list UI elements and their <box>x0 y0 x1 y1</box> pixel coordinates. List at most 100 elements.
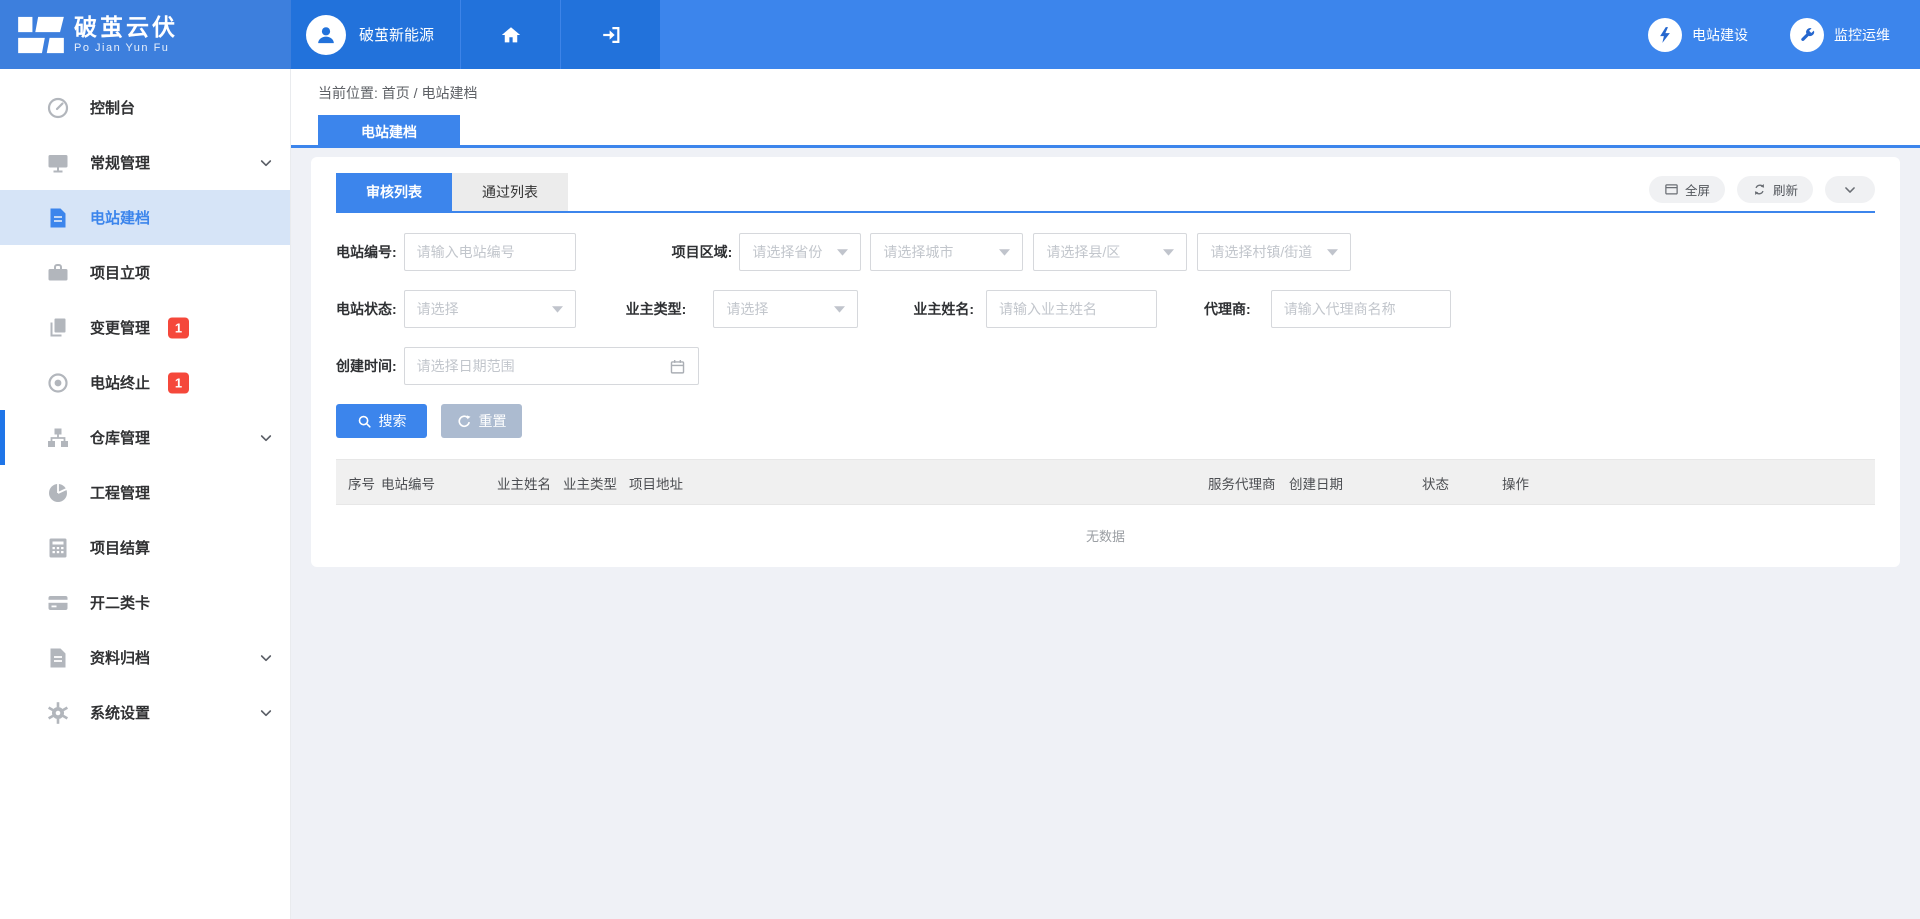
lightning-icon <box>1648 18 1682 52</box>
nav-station-build[interactable]: 电站建设 <box>1648 18 1748 52</box>
list-tabs: 审核列表 通过列表 全屏 <box>336 173 1875 211</box>
sidebar: 控制台 常规管理 电站建档 项目立项 变更管理 1 <box>0 69 291 919</box>
station-terminate-badge: 1 <box>168 372 189 393</box>
user-menu[interactable]: 破茧新能源 <box>291 0 460 69</box>
search-form: 电站编号: 项目区域: 请选择省份 请选择城市 请选择县/区 <box>336 233 1875 438</box>
search-button[interactable]: 搜索 <box>336 404 427 438</box>
sidebar-item-engineering-mgmt[interactable]: 工程管理 <box>0 465 290 520</box>
owner-type-select[interactable]: 请选择 <box>713 290 858 328</box>
owner-name-label: 业主姓名: <box>913 299 974 319</box>
user-icon <box>313 22 339 48</box>
col-owner-type: 业主类型 <box>563 460 617 506</box>
agent-label: 代理商: <box>1204 299 1251 319</box>
home-icon <box>500 24 522 46</box>
caret-down-icon <box>552 305 563 313</box>
county-select[interactable]: 请选择县/区 <box>1033 233 1187 271</box>
brand-logo-icon <box>18 15 64 55</box>
brand-logo: 破茧云伏 Po Jian Yun Fu <box>0 0 291 69</box>
col-create-date: 创建日期 <box>1289 460 1343 506</box>
file-icon <box>46 646 70 670</box>
tab-review-list[interactable]: 审核列表 <box>336 173 452 211</box>
col-index: 序号 <box>348 460 375 506</box>
record-circle-icon <box>46 371 70 395</box>
empty-state: 无数据 <box>336 505 1875 565</box>
monitor-icon <box>46 151 70 175</box>
tab-passed-list[interactable]: 通过列表 <box>452 173 568 211</box>
chevron-down-icon <box>1843 183 1857 197</box>
chevron-down-icon <box>258 650 274 666</box>
breadcrumb-prefix: 当前位置: <box>318 85 378 101</box>
briefcase-icon <box>46 261 70 285</box>
station-no-input[interactable] <box>404 233 576 271</box>
logout-icon <box>600 24 622 46</box>
sitemap-icon <box>46 426 70 450</box>
station-status-label: 电站状态: <box>336 299 397 319</box>
breadcrumb: 当前位置: 首页 / 电站建档 <box>318 83 477 103</box>
agent-input[interactable] <box>1271 290 1451 328</box>
credit-card-icon <box>46 591 70 615</box>
page-body: 审核列表 通过列表 全屏 <box>291 157 1920 919</box>
panel-tools: 全屏 刷新 <box>1649 176 1875 203</box>
caret-down-icon <box>837 248 848 256</box>
pie-chart-icon <box>46 481 70 505</box>
collapse-button[interactable] <box>1825 176 1875 203</box>
form-actions: 搜索 重置 <box>336 404 1875 438</box>
col-station-no: 电站编号 <box>381 460 435 506</box>
sidebar-item-station-archive[interactable]: 电站建档 <box>0 190 290 245</box>
chevron-down-icon <box>258 155 274 171</box>
logout-button[interactable] <box>560 0 660 69</box>
chevron-down-icon <box>258 705 274 721</box>
search-icon <box>357 414 372 429</box>
date-range-input[interactable]: 请选择日期范围 <box>404 347 699 385</box>
document-icon <box>46 206 70 230</box>
fullscreen-button[interactable]: 全屏 <box>1649 176 1725 203</box>
topbar-user-section: 破茧新能源 <box>291 0 660 69</box>
station-status-select[interactable]: 请选择 <box>404 290 576 328</box>
province-select[interactable]: 请选择省份 <box>739 233 861 271</box>
col-agent: 服务代理商 <box>1208 460 1276 506</box>
sidebar-item-card-opening[interactable]: 开二类卡 <box>0 575 290 630</box>
sidebar-item-project-initiation[interactable]: 项目立项 <box>0 245 290 300</box>
sidebar-item-general-mgmt[interactable]: 常规管理 <box>0 135 290 190</box>
col-actions: 操作 <box>1502 460 1529 506</box>
owner-name-input[interactable] <box>986 290 1157 328</box>
avatar <box>306 15 346 55</box>
brand-title: 破茧云伏 <box>74 15 178 39</box>
nav-station-build-label: 电站建设 <box>1692 25 1748 45</box>
col-status: 状态 <box>1422 460 1449 506</box>
refresh-button[interactable]: 刷新 <box>1737 176 1813 203</box>
sidebar-item-project-settlement[interactable]: 项目结算 <box>0 520 290 575</box>
caret-down-icon <box>1327 248 1338 256</box>
topbar-spacer <box>660 0 1648 69</box>
sidebar-item-change-mgmt[interactable]: 变更管理 1 <box>0 300 290 355</box>
nav-monitor-ops[interactable]: 监控运维 <box>1790 18 1890 52</box>
caret-down-icon <box>999 248 1010 256</box>
topbar-nav: 电站建设 监控运维 <box>1648 0 1920 69</box>
gauge-icon <box>46 96 70 120</box>
topbar: 破茧云伏 Po Jian Yun Fu 破茧新能源 <box>0 0 1920 69</box>
calculator-icon <box>46 536 70 560</box>
city-select[interactable]: 请选择城市 <box>870 233 1023 271</box>
gear-icon <box>46 701 70 725</box>
sidebar-item-system-settings[interactable]: 系统设置 <box>0 685 290 740</box>
page-tab-station-archive[interactable]: 电站建档 <box>318 115 460 148</box>
sidebar-item-warehouse-mgmt[interactable]: 仓库管理 <box>0 410 290 465</box>
brand-subtitle: Po Jian Yun Fu <box>74 42 178 54</box>
sidebar-item-station-terminate[interactable]: 电站终止 1 <box>0 355 290 410</box>
results-table: 序号 电站编号 业主姓名 业主类型 项目地址 服务代理商 创建日期 状态 操作 … <box>336 459 1875 565</box>
sidebar-item-data-archive[interactable]: 资料归档 <box>0 630 290 685</box>
reset-icon <box>457 414 472 429</box>
calendar-icon <box>669 358 686 375</box>
reset-button[interactable]: 重置 <box>441 404 522 438</box>
col-owner-name: 业主姓名 <box>497 460 551 506</box>
pages-icon <box>46 316 70 340</box>
sidebar-item-dashboard[interactable]: 控制台 <box>0 80 290 135</box>
table-header-row: 序号 电站编号 业主姓名 业主类型 项目地址 服务代理商 创建日期 状态 操作 <box>336 459 1875 505</box>
home-button[interactable] <box>460 0 560 69</box>
created-time-label: 创建时间: <box>336 356 397 376</box>
breadcrumb-path[interactable]: 首页 / 电站建档 <box>382 85 478 101</box>
region-label: 项目区域: <box>672 242 733 262</box>
change-mgmt-badge: 1 <box>168 317 189 338</box>
owner-type-label: 业主类型: <box>626 299 687 319</box>
village-select[interactable]: 请选择村镇/街道 <box>1197 233 1351 271</box>
